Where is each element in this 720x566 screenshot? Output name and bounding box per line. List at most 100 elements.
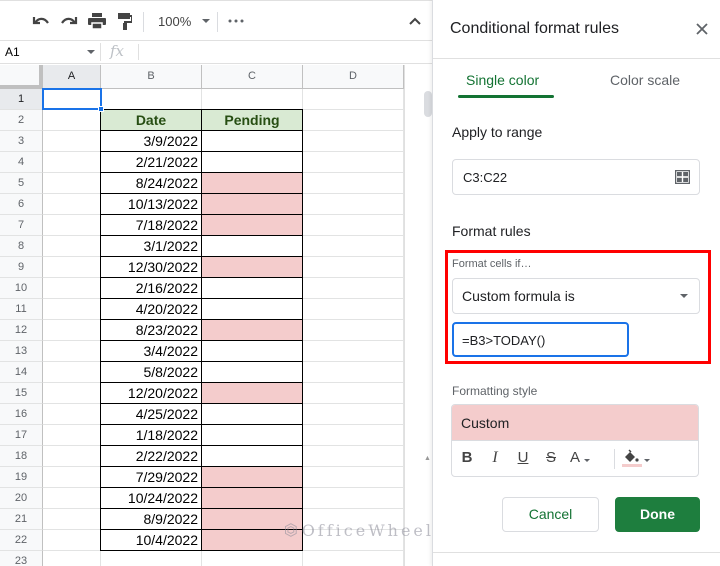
cell-c18[interactable] bbox=[201, 445, 303, 467]
select-all-corner[interactable] bbox=[0, 65, 43, 89]
cell-b20[interactable]: 10/24/2022 bbox=[100, 487, 202, 509]
cell-a8[interactable] bbox=[43, 236, 101, 257]
condition-select[interactable]: Custom formula is bbox=[452, 278, 700, 314]
cell-a18[interactable] bbox=[43, 446, 101, 467]
cell-d15[interactable] bbox=[303, 383, 404, 404]
row-header-21[interactable]: 21 bbox=[0, 509, 43, 530]
row-header-20[interactable]: 20 bbox=[0, 488, 43, 509]
cell-b15[interactable]: 12/20/2022 bbox=[100, 382, 202, 404]
table-header-pending[interactable]: Pending bbox=[201, 109, 303, 131]
cell-c14[interactable] bbox=[201, 361, 303, 383]
cell-d22[interactable] bbox=[303, 530, 404, 551]
row-header-15[interactable]: 15 bbox=[0, 383, 43, 404]
cell-c21[interactable] bbox=[201, 508, 303, 530]
cell-d13[interactable] bbox=[303, 341, 404, 362]
cell-c7[interactable] bbox=[201, 214, 303, 236]
underline-button[interactable]: U bbox=[514, 449, 532, 467]
cell-b5[interactable]: 8/24/2022 bbox=[100, 172, 202, 194]
cell-d9[interactable] bbox=[303, 257, 404, 278]
fill-color-button[interactable] bbox=[622, 449, 650, 467]
row-header-5[interactable]: 5 bbox=[0, 173, 43, 194]
cell-b13[interactable]: 3/4/2022 bbox=[100, 340, 202, 362]
text-color-button[interactable]: A bbox=[570, 449, 596, 467]
cell-d16[interactable] bbox=[303, 404, 404, 425]
cell-d4[interactable] bbox=[303, 152, 404, 173]
tab-color-scale[interactable]: Color scale bbox=[610, 72, 680, 88]
row-header-18[interactable]: 18 bbox=[0, 446, 43, 467]
cell-d18[interactable] bbox=[303, 446, 404, 467]
scrollbar-thumb[interactable] bbox=[424, 91, 432, 117]
close-button[interactable] bbox=[695, 22, 711, 38]
cell-a5[interactable] bbox=[43, 173, 101, 194]
select-range-icon[interactable] bbox=[675, 170, 690, 184]
cell-a17[interactable] bbox=[43, 425, 101, 446]
cell-c4[interactable] bbox=[201, 151, 303, 173]
undo-button[interactable] bbox=[30, 10, 52, 32]
formula-input[interactable] bbox=[142, 41, 432, 63]
row-header-6[interactable]: 6 bbox=[0, 194, 43, 215]
table-header-date[interactable]: Date bbox=[100, 109, 202, 131]
cell-c1[interactable] bbox=[202, 89, 303, 110]
cell-a9[interactable] bbox=[43, 257, 101, 278]
cell-b22[interactable]: 10/4/2022 bbox=[100, 529, 202, 551]
row-header-16[interactable]: 16 bbox=[0, 404, 43, 425]
vertical-scrollbar[interactable]: ▲ bbox=[404, 65, 432, 566]
fill-handle[interactable] bbox=[98, 106, 104, 112]
row-header-12[interactable]: 12 bbox=[0, 320, 43, 341]
cell-c5[interactable] bbox=[201, 172, 303, 194]
cell-a7[interactable] bbox=[43, 215, 101, 236]
cell-a10[interactable] bbox=[43, 278, 101, 299]
custom-formula-input[interactable]: =B3>TODAY() bbox=[452, 322, 629, 357]
cell-a23[interactable] bbox=[43, 551, 101, 566]
cell-c15[interactable] bbox=[201, 382, 303, 404]
cancel-button[interactable]: Cancel bbox=[502, 497, 599, 532]
cell-c20[interactable] bbox=[201, 487, 303, 509]
cell-a12[interactable] bbox=[43, 320, 101, 341]
cell-b18[interactable]: 2/22/2022 bbox=[100, 445, 202, 467]
cell-d6[interactable] bbox=[303, 194, 404, 215]
cell-b14[interactable]: 5/8/2022 bbox=[100, 361, 202, 383]
cell-b6[interactable]: 10/13/2022 bbox=[100, 193, 202, 215]
cell-b7[interactable]: 7/18/2022 bbox=[100, 214, 202, 236]
cell-b16[interactable]: 4/25/2022 bbox=[100, 403, 202, 425]
cell-c17[interactable] bbox=[201, 424, 303, 446]
cell-b9[interactable]: 12/30/2022 bbox=[100, 256, 202, 278]
cell-a13[interactable] bbox=[43, 341, 101, 362]
cell-c11[interactable] bbox=[201, 298, 303, 320]
cell-a14[interactable] bbox=[43, 362, 101, 383]
row-header-10[interactable]: 10 bbox=[0, 278, 43, 299]
range-input[interactable]: C3:C22 bbox=[452, 159, 700, 195]
cell-d1[interactable] bbox=[303, 89, 404, 110]
cell-c6[interactable] bbox=[201, 193, 303, 215]
cell-c9[interactable] bbox=[201, 256, 303, 278]
strikethrough-button[interactable]: S bbox=[542, 449, 560, 467]
row-header-17[interactable]: 17 bbox=[0, 425, 43, 446]
cell-d14[interactable] bbox=[303, 362, 404, 383]
italic-button[interactable]: I bbox=[486, 449, 504, 467]
paint-format-button[interactable] bbox=[114, 10, 136, 32]
column-header-b[interactable]: B bbox=[101, 65, 202, 88]
cell-a4[interactable] bbox=[43, 152, 101, 173]
cell-d2[interactable] bbox=[303, 110, 404, 131]
scroll-up-arrow-icon[interactable]: ▲ bbox=[424, 455, 432, 464]
cell-b19[interactable]: 7/29/2022 bbox=[100, 466, 202, 488]
more-button[interactable] bbox=[225, 10, 247, 32]
cell-c3[interactable] bbox=[201, 130, 303, 152]
zoom-select[interactable]: 100% bbox=[152, 11, 212, 31]
done-button[interactable]: Done bbox=[615, 497, 700, 532]
cell-b23[interactable] bbox=[101, 551, 202, 566]
row-header-4[interactable]: 4 bbox=[0, 152, 43, 173]
cell-c12[interactable] bbox=[201, 319, 303, 341]
cell-a3[interactable] bbox=[43, 131, 101, 152]
cell-d7[interactable] bbox=[303, 215, 404, 236]
cell-d8[interactable] bbox=[303, 236, 404, 257]
row-header-2[interactable]: 2 bbox=[0, 110, 43, 131]
cell-b12[interactable]: 8/23/2022 bbox=[100, 319, 202, 341]
cell-d23[interactable] bbox=[303, 551, 404, 566]
cell-d11[interactable] bbox=[303, 299, 404, 320]
cell-d5[interactable] bbox=[303, 173, 404, 194]
cell-a2[interactable] bbox=[43, 110, 101, 131]
row-header-7[interactable]: 7 bbox=[0, 215, 43, 236]
row-header-3[interactable]: 3 bbox=[0, 131, 43, 152]
cell-c8[interactable] bbox=[201, 235, 303, 257]
